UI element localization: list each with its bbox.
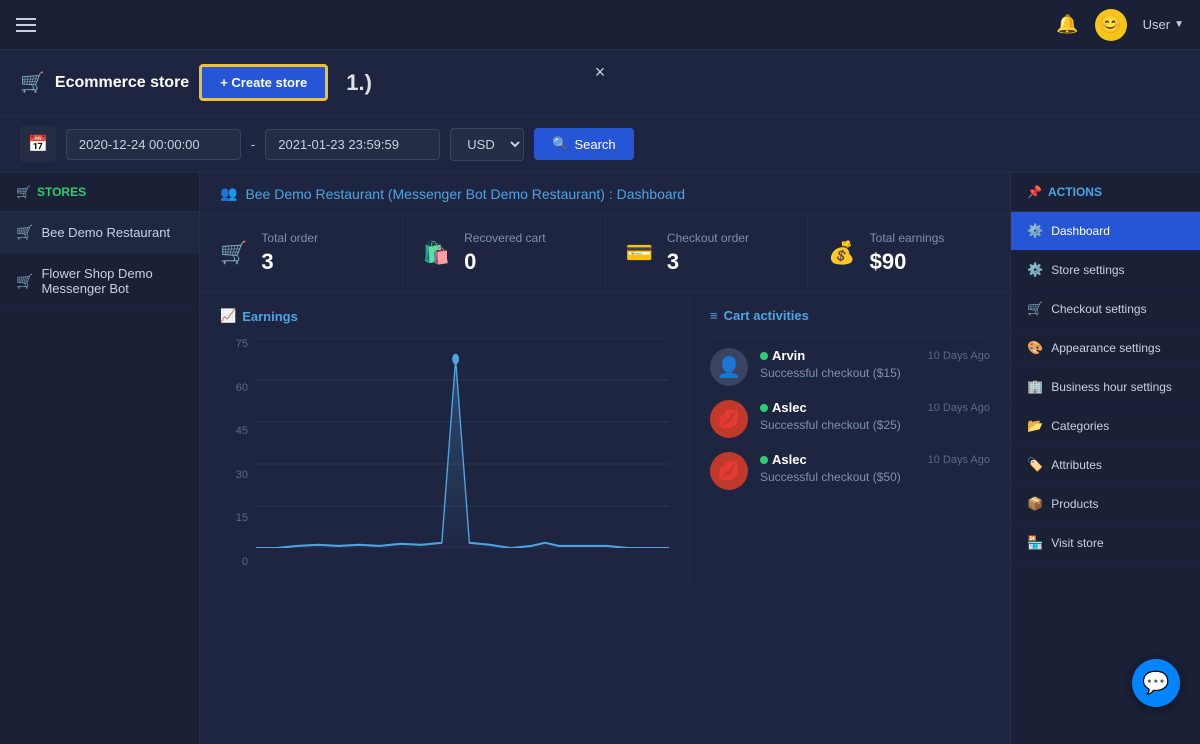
stats-row: 🛒 Total order 3 🛍️ Recovered cart 0 💳 Ch… xyxy=(200,215,1010,292)
cart-activities-title: ≡ Cart activities xyxy=(710,308,990,323)
activity-desc-1: Successful checkout ($15) xyxy=(760,366,990,380)
user-label[interactable]: User ▼ xyxy=(1143,17,1184,32)
earnings-title: 📈 Earnings xyxy=(220,308,669,324)
currency-select[interactable]: USD EUR xyxy=(450,128,524,161)
store-icon: 🛒 xyxy=(20,70,45,95)
earnings-icon: 📈 xyxy=(220,308,236,324)
online-indicator xyxy=(760,456,768,464)
top-nav-right: 🔔 😊 User ▼ xyxy=(1056,9,1184,41)
avatar[interactable]: 😊 xyxy=(1095,9,1127,41)
chart-peak-dot xyxy=(452,354,459,365)
right-menu-store-settings[interactable]: ⚙️ Store settings xyxy=(1011,251,1200,290)
store-settings-icon: ⚙️ xyxy=(1027,262,1043,278)
products-icon: 📦 xyxy=(1027,496,1043,512)
activity-avatar-3: 💋 xyxy=(710,452,748,490)
sidebar-item-bee-demo[interactable]: 🛒 Bee Demo Restaurant xyxy=(0,212,199,254)
activity-time-2: 10 Days Ago xyxy=(928,402,990,414)
card-icon: 💳 xyxy=(626,240,653,266)
right-menu-dashboard[interactable]: ⚙️ Dashboard xyxy=(1011,212,1200,251)
date-end-input[interactable] xyxy=(265,129,440,160)
top-nav: 🔔 😊 User ▼ xyxy=(0,0,1200,50)
store-icon: 🛒 xyxy=(16,273,33,290)
calendar-icon: 📅 xyxy=(20,126,56,162)
activity-item-1: 👤 Arvin 10 Days Ago Successful checkout … xyxy=(710,348,990,386)
sidebar-header: 🛒 Stores xyxy=(0,173,199,212)
categories-icon: 📂 xyxy=(1027,418,1043,434)
avatar-logo-icon-2: 💋 xyxy=(718,461,740,482)
avatar-placeholder-icon: 👤 xyxy=(717,355,742,380)
header-bar: × 🛒 Ecommerce store + Create store 1.) xyxy=(0,50,1200,116)
activity-desc-3: Successful checkout ($50) xyxy=(760,470,990,484)
search-button[interactable]: 🔍 Search xyxy=(534,128,633,160)
dashboard-icon: ⚙️ xyxy=(1027,223,1043,239)
right-panel-header: 📌 Actions xyxy=(1011,173,1200,212)
activity-item-2: 💋 Aslec 10 Days Ago Successful checkout … xyxy=(710,400,990,438)
appearance-icon: 🎨 xyxy=(1027,340,1043,356)
store-title: Ecommerce store xyxy=(55,74,189,92)
right-menu-business-hours[interactable]: 🏢 Business hour settings xyxy=(1011,368,1200,407)
right-menu-checkout-settings[interactable]: 🛒 Checkout settings xyxy=(1011,290,1200,329)
charts-row: 📈 Earnings 75 60 45 30 15 0 xyxy=(200,292,1010,584)
right-menu-attributes[interactable]: 🏷️ Attributes xyxy=(1011,446,1200,485)
stat-total-order: 🛒 Total order 3 xyxy=(200,215,403,291)
chart-svg-area: Dec Dec Dec Dec Jan Jan Jan Jan xyxy=(256,338,669,548)
user-dropdown-arrow: ▼ xyxy=(1174,19,1184,30)
right-menu-categories[interactable]: 📂 Categories xyxy=(1011,407,1200,446)
sidebar-header-icon: 🛒 xyxy=(16,185,31,199)
visit-store-icon: 🏪 xyxy=(1027,535,1043,551)
messenger-fab[interactable]: 💬 xyxy=(1132,659,1180,707)
right-panel: 📌 Actions ⚙️ Dashboard ⚙️ Store settings… xyxy=(1010,173,1200,744)
right-menu-visit-store[interactable]: 🏪 Visit store xyxy=(1011,524,1200,563)
content-header: 👥 Bee Demo Restaurant (Messenger Bot Dem… xyxy=(200,173,1010,215)
chart-y-labels: 75 60 45 30 15 0 xyxy=(220,338,248,568)
top-nav-left xyxy=(16,18,36,32)
money-icon: 💰 xyxy=(828,240,855,266)
online-indicator xyxy=(760,404,768,412)
close-button[interactable]: × xyxy=(595,62,606,83)
activity-name-3: Aslec xyxy=(760,452,807,467)
cart-activities-icon: ≡ xyxy=(710,308,718,323)
activity-avatar-1: 👤 xyxy=(710,348,748,386)
cart-activities-panel: ≡ Cart activities 👤 Arvin xyxy=(690,292,1010,584)
online-indicator xyxy=(760,352,768,360)
earnings-chart: 75 60 45 30 15 0 xyxy=(220,338,669,568)
checkout-settings-icon: 🛒 xyxy=(1027,301,1043,317)
chart-line-svg: Dec Dec Dec Dec Jan Jan Jan Jan xyxy=(256,338,669,548)
activity-item-3: 💋 Aslec 10 Days Ago Successful checkout … xyxy=(710,452,990,490)
activity-avatar-2: 💋 xyxy=(710,400,748,438)
bag-icon: 🛍️ xyxy=(423,240,450,266)
header-left: 🛒 Ecommerce store + Create store 1.) xyxy=(20,64,372,101)
content-area: 👥 Bee Demo Restaurant (Messenger Bot Dem… xyxy=(200,173,1010,744)
notifications-icon[interactable]: 🔔 xyxy=(1056,14,1078,35)
attributes-icon: 🏷️ xyxy=(1027,457,1043,473)
search-icon: 🔍 xyxy=(552,136,568,152)
right-menu-appearance[interactable]: 🎨 Appearance settings xyxy=(1011,329,1200,368)
content-header-icon: 👥 xyxy=(220,185,237,202)
hamburger-menu[interactable] xyxy=(16,18,36,32)
step-label: 1.) xyxy=(346,70,372,96)
activity-name-1: Arvin xyxy=(760,348,805,363)
sidebar: 🛒 Stores 🛒 Bee Demo Restaurant 🛒 Flower … xyxy=(0,173,200,744)
business-hours-icon: 🏢 xyxy=(1027,379,1043,395)
filter-bar: 📅 - USD EUR 🔍 Search xyxy=(0,116,1200,173)
create-store-button[interactable]: + Create store xyxy=(199,64,328,101)
stat-checkout-order: 💳 Checkout order 3 xyxy=(606,215,809,291)
earnings-panel: 📈 Earnings 75 60 45 30 15 0 xyxy=(200,292,690,584)
avatar-logo-icon: 💋 xyxy=(718,409,740,430)
date-start-input[interactable] xyxy=(66,129,241,160)
activity-name-2: Aslec xyxy=(760,400,807,415)
date-separator: - xyxy=(251,137,255,152)
activity-desc-2: Successful checkout ($25) xyxy=(760,418,990,432)
stat-recovered-cart: 🛍️ Recovered cart 0 xyxy=(403,215,606,291)
sidebar-item-flower-shop[interactable]: 🛒 Flower Shop Demo Messenger Bot xyxy=(0,254,199,309)
stat-total-earnings: 💰 Total earnings $90 xyxy=(808,215,1010,291)
actions-icon: 📌 xyxy=(1027,185,1042,199)
cart-icon: 🛒 xyxy=(220,240,247,266)
activity-divider xyxy=(710,337,990,338)
store-icon: 🛒 xyxy=(16,224,33,241)
activity-time-1: 10 Days Ago xyxy=(928,350,990,362)
right-menu-products[interactable]: 📦 Products xyxy=(1011,485,1200,524)
main-layout: 🛒 Stores 🛒 Bee Demo Restaurant 🛒 Flower … xyxy=(0,173,1200,744)
activity-time-3: 10 Days Ago xyxy=(928,454,990,466)
